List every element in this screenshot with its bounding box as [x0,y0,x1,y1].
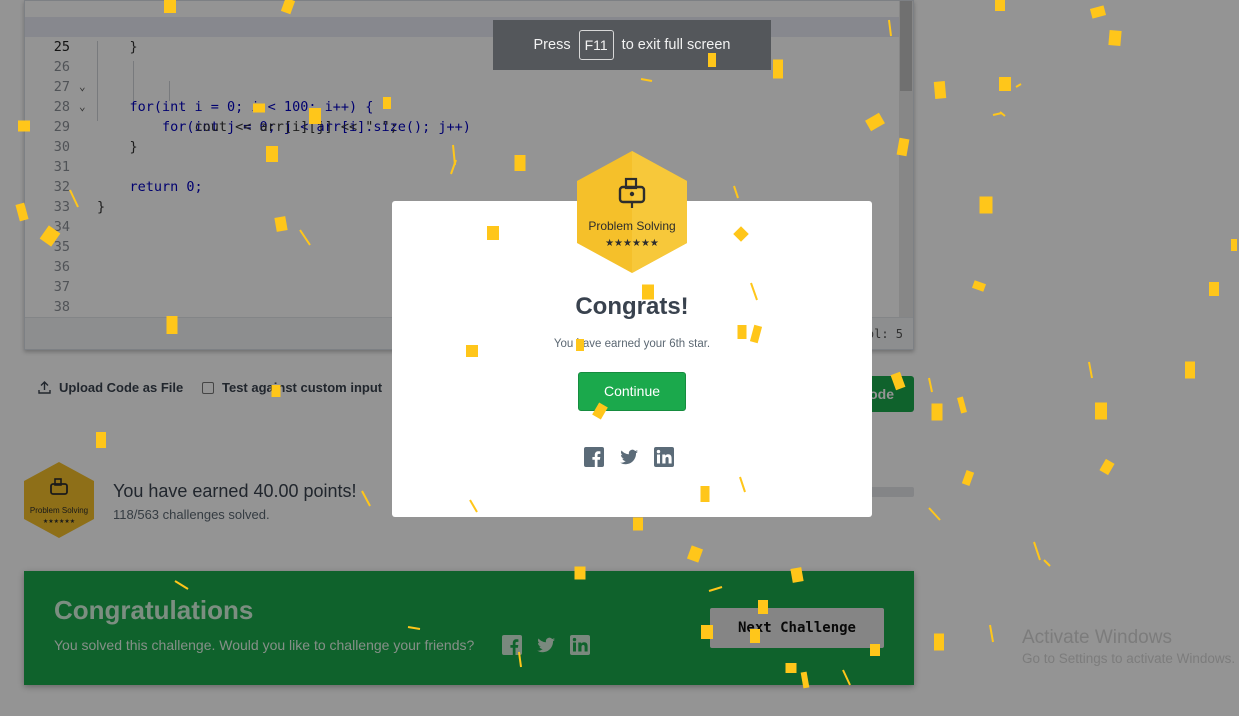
problem-solving-badge-icon: Problem Solving ★★★★★★ [577,151,687,273]
linkedin-icon[interactable] [654,447,674,467]
modal-title: Congrats! [575,293,689,320]
badge-label: Problem Solving [588,219,675,233]
continue-button[interactable]: Continue [578,372,686,411]
modal-message: You have earned your 6th star. [553,338,711,350]
modal-share-icons [584,447,674,467]
badge-stars: ★★★★★★ [605,238,659,249]
notice-rest: to exit full screen [621,37,731,53]
fullscreen-notice: Press F11 to exit full screen [493,20,771,70]
twitter-icon[interactable] [619,447,639,467]
facebook-icon[interactable] [584,447,604,467]
f11-key: F11 [578,30,614,60]
notice-press: Press [533,37,571,53]
